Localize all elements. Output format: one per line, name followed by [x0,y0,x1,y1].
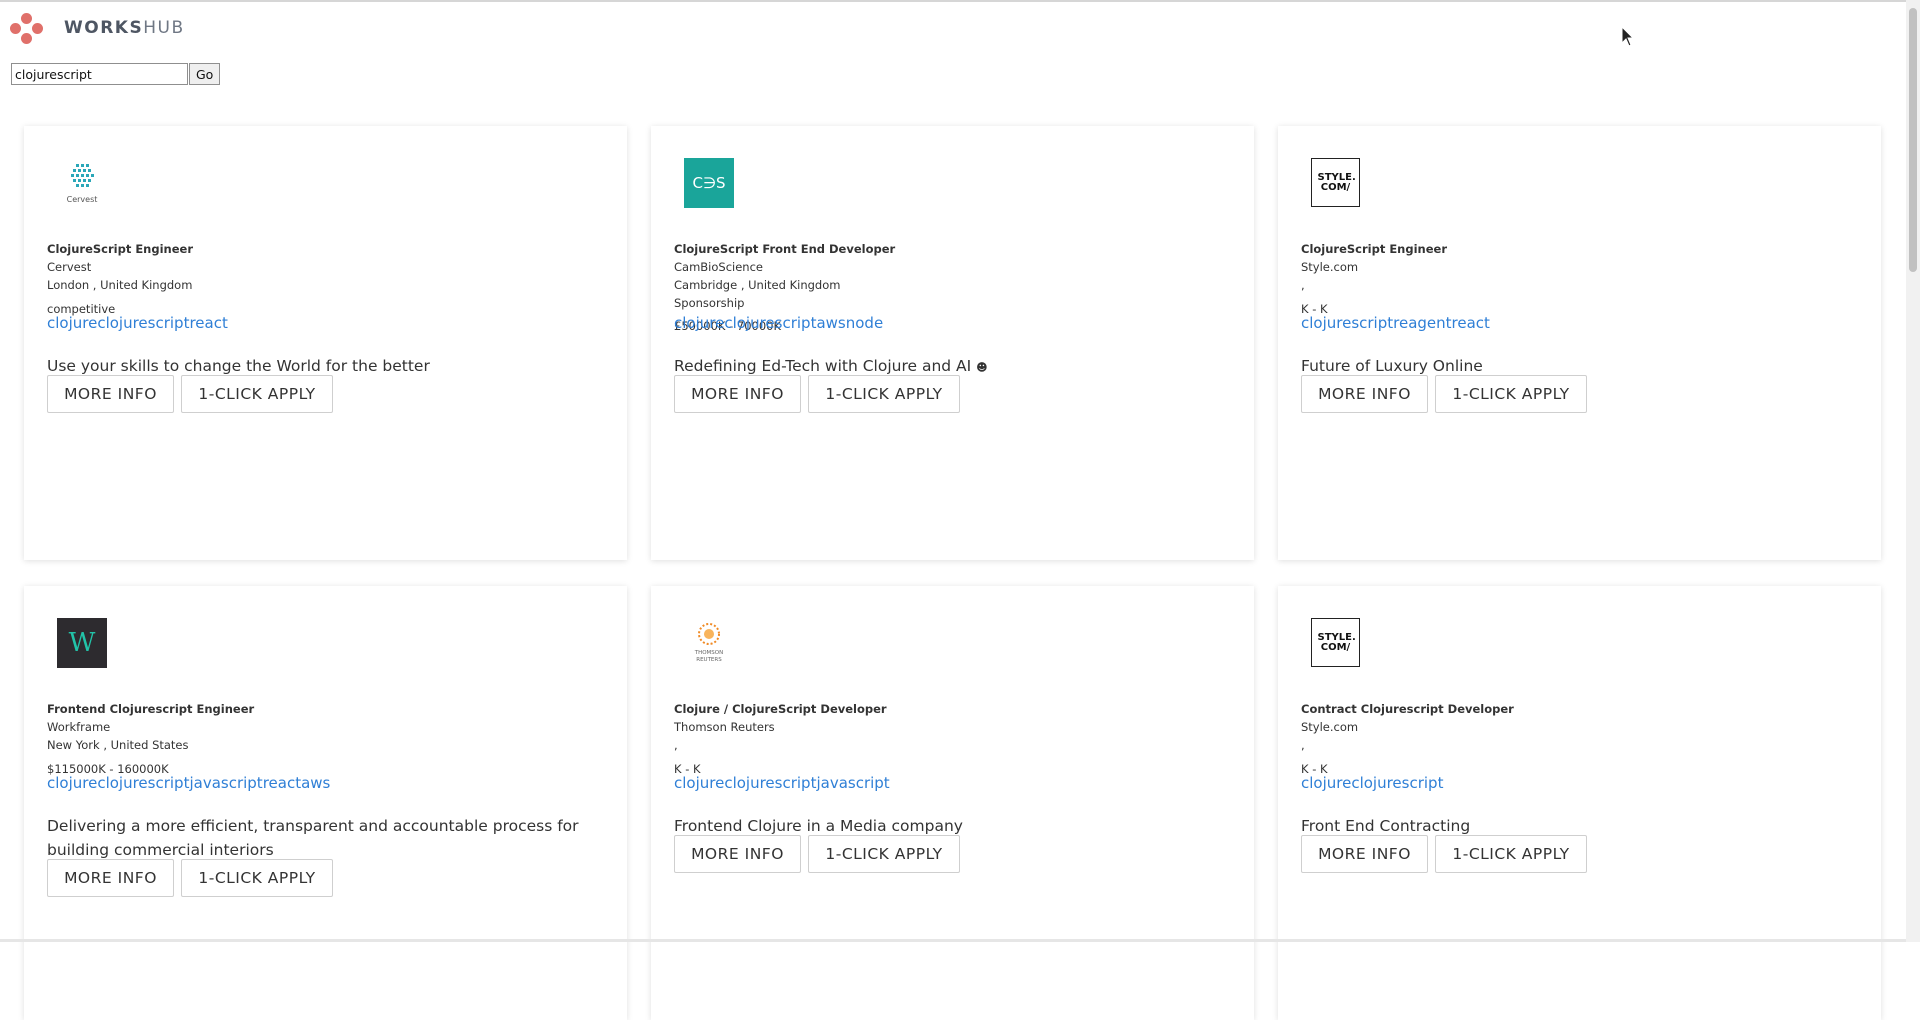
job-actions: MORE INFO 1-CLICK APPLY [1301,835,1594,873]
company-logo[interactable]: THOMSON REUTERS [684,618,734,668]
scrollbar-thumb[interactable] [1909,8,1917,272]
job-actions: MORE INFO 1-CLICK APPLY [674,835,967,873]
job-title[interactable]: ClojureScript Engineer [1301,242,1447,256]
svg-text:Cervest: Cervest [67,195,98,204]
job-tags-link[interactable]: clojurescriptreagentreact [1301,314,1490,332]
job-tags-link[interactable]: clojureclojurescript [1301,774,1443,792]
one-click-apply-button[interactable]: 1-CLICK APPLY [808,835,960,873]
emoji-icon: ☻ [976,361,988,374]
company-name: Cervest [47,260,92,274]
thomson-reuters-logo-icon: THOMSON REUTERS [694,623,724,663]
job-tags-link[interactable]: clojureclojurescriptreact [47,314,228,332]
site-header: WORKSHUB [10,12,185,44]
one-click-apply-button[interactable]: 1-CLICK APPLY [181,375,333,413]
job-actions: MORE INFO 1-CLICK APPLY [47,859,340,897]
logo-text-light: HUB [143,18,185,38]
job-tags-link[interactable]: clojureclojurescriptawsnode [674,314,883,332]
more-info-button[interactable]: MORE INFO [1301,835,1428,873]
company-logo[interactable]: Cervest [57,158,107,208]
job-tagline-text: Redefining Ed-Tech with Clojure and AI [674,357,972,375]
search-form: Go [11,63,221,85]
go-button[interactable]: Go [189,63,221,85]
workshub-logo-text[interactable]: WORKSHUB [64,18,185,38]
job-card: STYLE. COM/ Contract Clojurescript Devel… [1278,586,1881,1020]
company-logo[interactable]: STYLE. COM/ [1311,158,1360,207]
mouse-cursor-icon [1621,25,1635,52]
job-title[interactable]: Frontend Clojurescript Engineer [47,702,254,716]
job-actions: MORE INFO 1-CLICK APPLY [47,375,340,413]
job-card: Cervest ClojureScript Engineer Cervest L… [24,126,627,560]
job-card: THOMSON REUTERS Clojure / ClojureScript … [651,586,1254,1020]
one-click-apply-button[interactable]: 1-CLICK APPLY [808,375,960,413]
job-location: London , United Kingdom [47,278,193,292]
job-location: New York , United States [47,738,189,752]
one-click-apply-button[interactable]: 1-CLICK APPLY [1435,375,1587,413]
job-tagline: Delivering a more efficient, transparent… [47,817,579,859]
stylecom-logo-icon: STYLE. COM/ [1317,631,1356,653]
job-tags-link[interactable]: clojureclojurescriptjavascript [674,774,890,792]
workshub-logo-icon[interactable] [10,11,44,45]
svg-text:THOMSON: THOMSON [694,650,724,656]
vertical-scrollbar[interactable] [1906,0,1920,942]
search-input[interactable] [11,63,188,85]
more-info-button[interactable]: MORE INFO [674,375,801,413]
job-location: , [674,738,678,752]
cambioscience-logo-icon: C∋S [692,174,726,192]
more-info-button[interactable]: MORE INFO [674,835,801,873]
cervest-logo-icon: Cervest [67,164,98,204]
job-location: , [1301,738,1305,752]
job-card: W Frontend Clojurescript Engineer Workfr… [24,586,627,1020]
company-logo[interactable]: STYLE. COM/ [1311,618,1360,667]
svg-text:REUTERS: REUTERS [696,657,722,663]
job-title[interactable]: ClojureScript Engineer [47,242,193,256]
more-info-button[interactable]: MORE INFO [47,859,174,897]
company-logo[interactable]: C∋S [684,158,734,208]
job-location: , [1301,278,1305,292]
company-name: Style.com [1301,260,1359,274]
stylecom-logo-icon: STYLE. COM/ [1317,171,1356,193]
company-logo[interactable]: W [57,618,107,668]
job-location: Cambridge , United Kingdom [674,278,841,292]
one-click-apply-button[interactable]: 1-CLICK APPLY [1435,835,1587,873]
job-card: C∋S ClojureScript Front End Developer Ca… [651,126,1254,560]
more-info-button[interactable]: MORE INFO [1301,375,1428,413]
company-name: Workframe [47,720,111,734]
job-tags-link[interactable]: clojureclojurescriptjavascriptreactaws [47,774,330,792]
job-title[interactable]: Clojure / ClojureScript Developer [674,702,887,716]
job-actions: MORE INFO 1-CLICK APPLY [674,375,967,413]
company-name: CamBioScience [674,260,763,274]
job-sponsorship: Sponsorship [674,296,745,310]
more-info-button[interactable]: MORE INFO [47,375,174,413]
company-name: Thomson Reuters [674,720,775,734]
job-title[interactable]: ClojureScript Front End Developer [674,242,895,256]
company-name: Style.com [1301,720,1359,734]
logo-text-bold: WORKS [64,18,144,38]
job-actions: MORE INFO 1-CLICK APPLY [1301,375,1594,413]
one-click-apply-button[interactable]: 1-CLICK APPLY [181,859,333,897]
window-top-border [0,0,1920,2]
job-card: STYLE. COM/ ClojureScript Engineer Style… [1278,126,1881,560]
workframe-logo-icon: W [68,628,96,658]
job-title[interactable]: Contract Clojurescript Developer [1301,702,1514,716]
